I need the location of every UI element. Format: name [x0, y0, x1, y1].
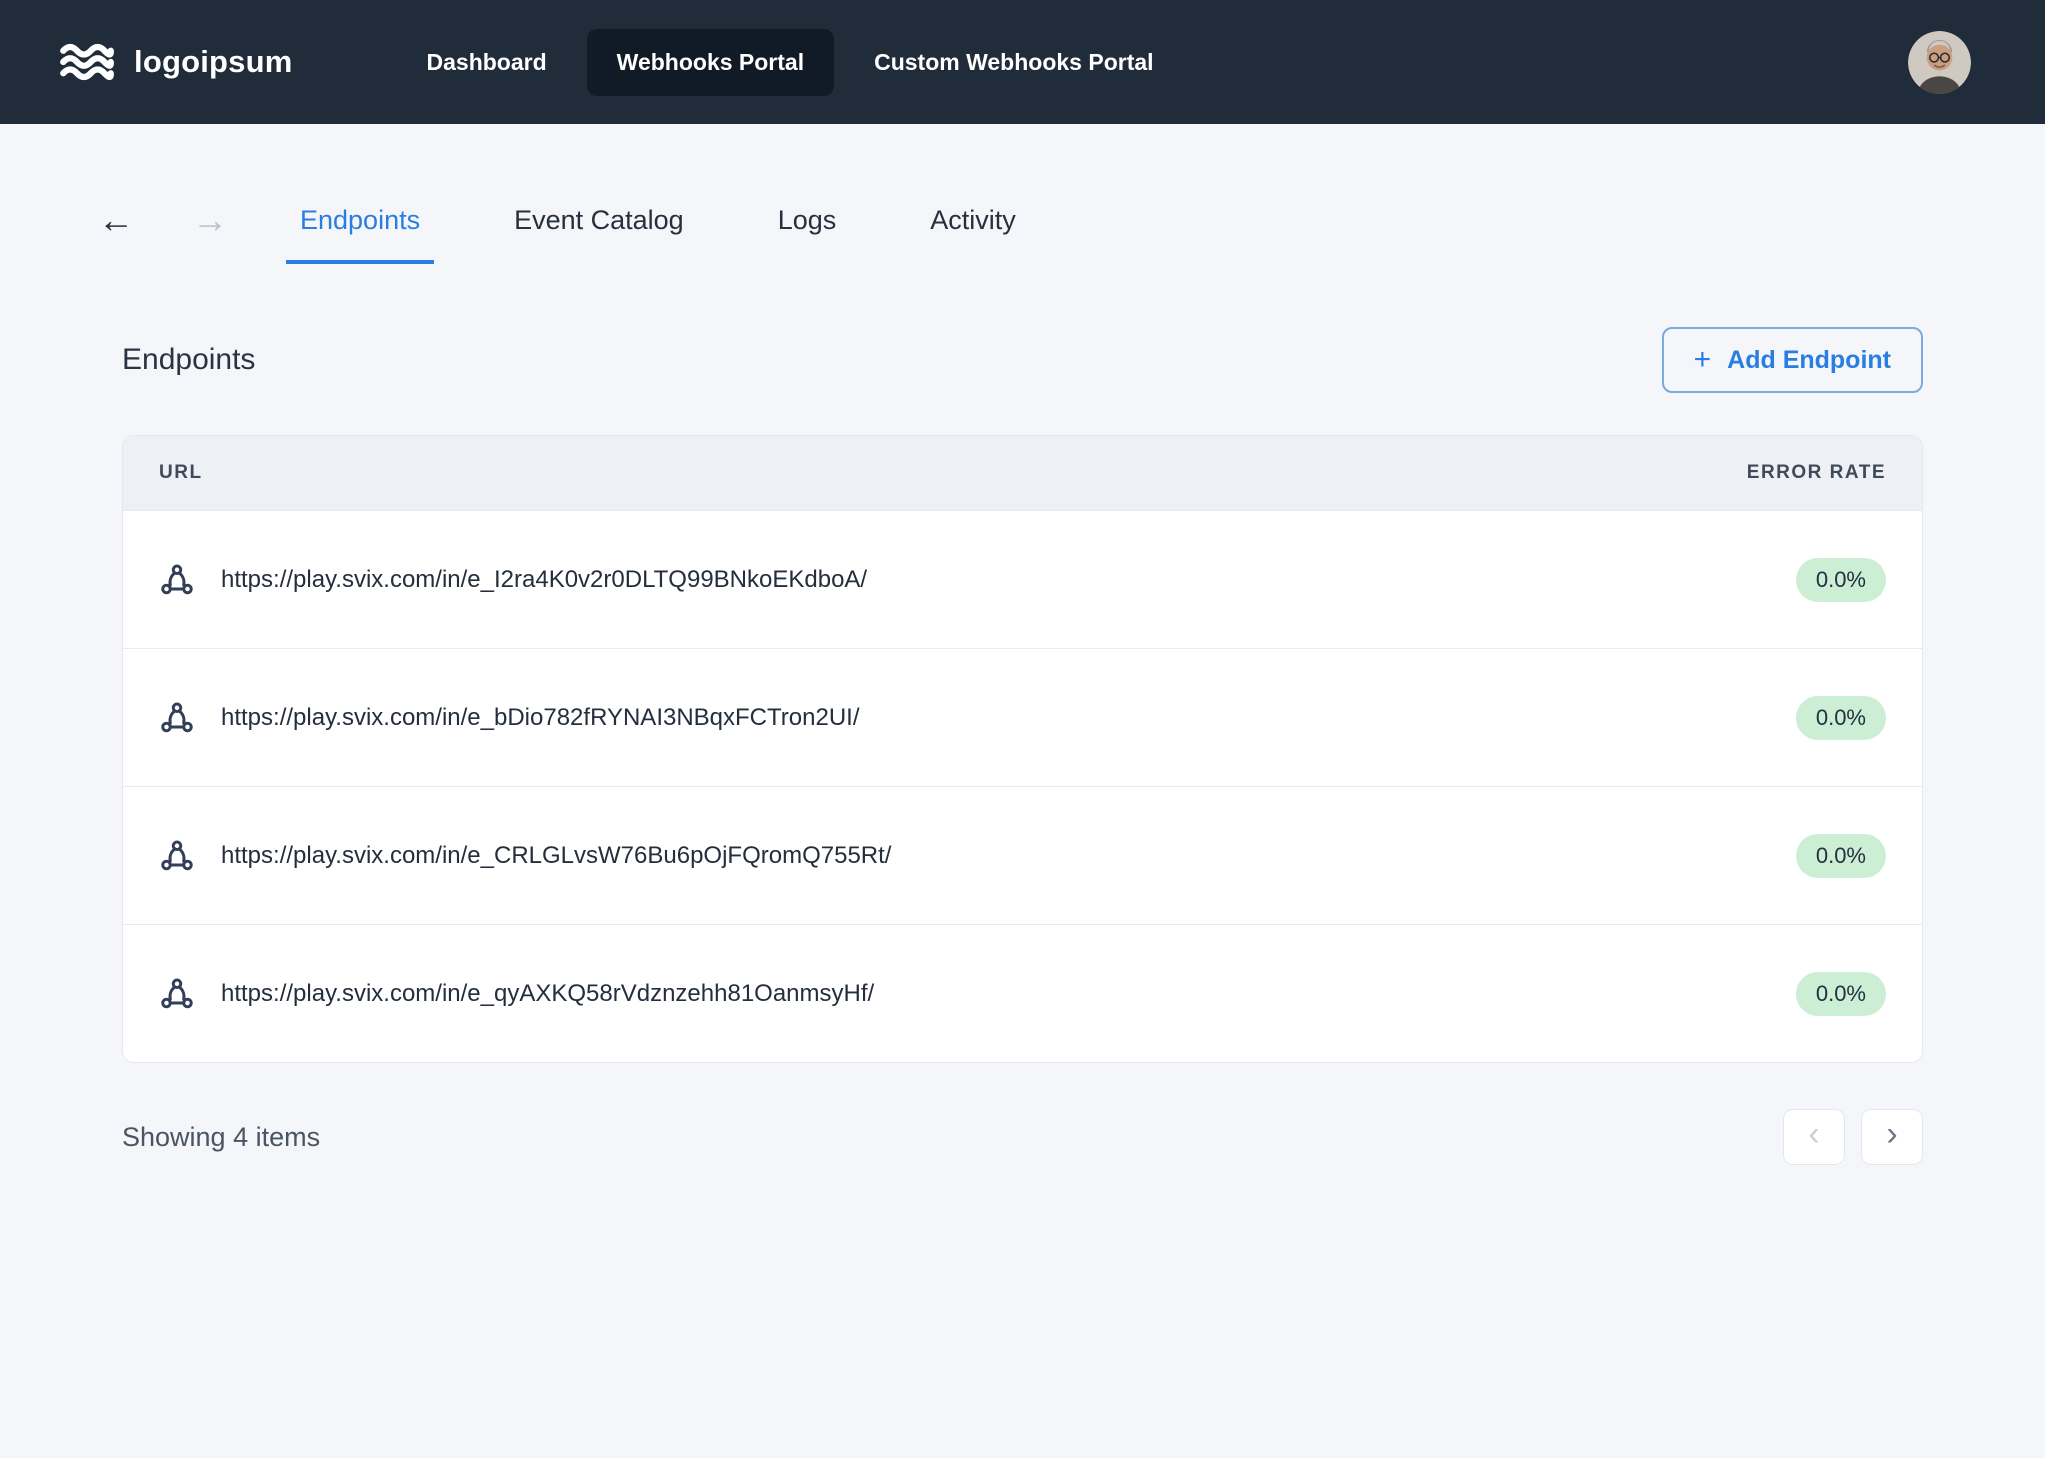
- pagination: ‹ ›: [1783, 1109, 1923, 1165]
- chevron-left-icon: ‹: [1808, 1117, 1819, 1151]
- avatar-image: [1908, 31, 1971, 94]
- table-header-row: URL ERROR RATE: [123, 436, 1922, 510]
- webhook-icon: [159, 976, 195, 1012]
- error-rate-badge: 0.0%: [1796, 558, 1886, 602]
- primary-nav: Dashboard Webhooks Portal Custom Webhook…: [397, 29, 1184, 96]
- top-navigation-bar: logoipsum Dashboard Webhooks Portal Cust…: [0, 0, 2045, 124]
- error-rate-badge: 0.0%: [1796, 834, 1886, 878]
- user-avatar[interactable]: [1908, 31, 1971, 94]
- tab-event-catalog[interactable]: Event Catalog: [500, 205, 698, 264]
- webhook-icon: [159, 838, 195, 874]
- table-row[interactable]: https://play.svix.com/in/e_qyAXKQ58rVdzn…: [123, 924, 1922, 1062]
- column-header-url: URL: [159, 462, 203, 484]
- next-page-button[interactable]: ›: [1861, 1109, 1923, 1165]
- add-endpoint-label: Add Endpoint: [1727, 346, 1891, 375]
- webhook-icon: [159, 700, 195, 736]
- previous-page-button[interactable]: ‹: [1783, 1109, 1845, 1165]
- column-header-error-rate: ERROR RATE: [1747, 462, 1886, 484]
- endpoints-table: URL ERROR RATE https://play.svix.com/in/…: [122, 435, 1923, 1063]
- nav-item-dashboard[interactable]: Dashboard: [397, 29, 577, 96]
- tab-logs[interactable]: Logs: [764, 205, 851, 264]
- list-footer: Showing 4 items ‹ ›: [0, 1063, 2045, 1165]
- table-row[interactable]: https://play.svix.com/in/e_bDio782fRYNAI…: [123, 648, 1922, 786]
- back-arrow-icon[interactable]: ←: [86, 202, 146, 264]
- endpoint-url: https://play.svix.com/in/e_qyAXKQ58rVdzn…: [221, 980, 874, 1008]
- page-title: Endpoints: [122, 343, 255, 377]
- error-rate-badge: 0.0%: [1796, 696, 1886, 740]
- endpoint-url: https://play.svix.com/in/e_I2ra4K0v2r0DL…: [221, 566, 867, 594]
- nav-item-custom-webhooks-portal[interactable]: Custom Webhooks Portal: [844, 29, 1183, 96]
- table-row[interactable]: https://play.svix.com/in/e_I2ra4K0v2r0DL…: [123, 510, 1922, 648]
- endpoint-url: https://play.svix.com/in/e_bDio782fRYNAI…: [221, 704, 859, 732]
- logo-wave-icon: [56, 37, 118, 87]
- chevron-right-icon: ›: [1886, 1117, 1897, 1151]
- plus-icon: +: [1694, 345, 1712, 375]
- tab-strip: ← → Endpoints Event Catalog Logs Activit…: [0, 124, 2045, 265]
- webhook-icon: [159, 562, 195, 598]
- tab-activity[interactable]: Activity: [916, 205, 1030, 264]
- endpoint-url: https://play.svix.com/in/e_CRLGLvsW76Bu6…: [221, 842, 891, 870]
- logo-text: logoipsum: [134, 44, 293, 80]
- main-content: Endpoints + Add Endpoint URL ERROR RATE …: [0, 265, 2045, 1063]
- table-row[interactable]: https://play.svix.com/in/e_CRLGLvsW76Bu6…: [123, 786, 1922, 924]
- forward-arrow-icon[interactable]: →: [180, 202, 240, 264]
- logo: logoipsum: [56, 37, 293, 87]
- nav-item-webhooks-portal[interactable]: Webhooks Portal: [587, 29, 834, 96]
- showing-items-text: Showing 4 items: [122, 1122, 320, 1153]
- add-endpoint-button[interactable]: + Add Endpoint: [1662, 327, 1923, 393]
- error-rate-badge: 0.0%: [1796, 972, 1886, 1016]
- portal-tabs: Endpoints Event Catalog Logs Activity: [286, 205, 1030, 264]
- content-header: Endpoints + Add Endpoint: [122, 327, 1923, 393]
- tab-endpoints[interactable]: Endpoints: [286, 205, 434, 264]
